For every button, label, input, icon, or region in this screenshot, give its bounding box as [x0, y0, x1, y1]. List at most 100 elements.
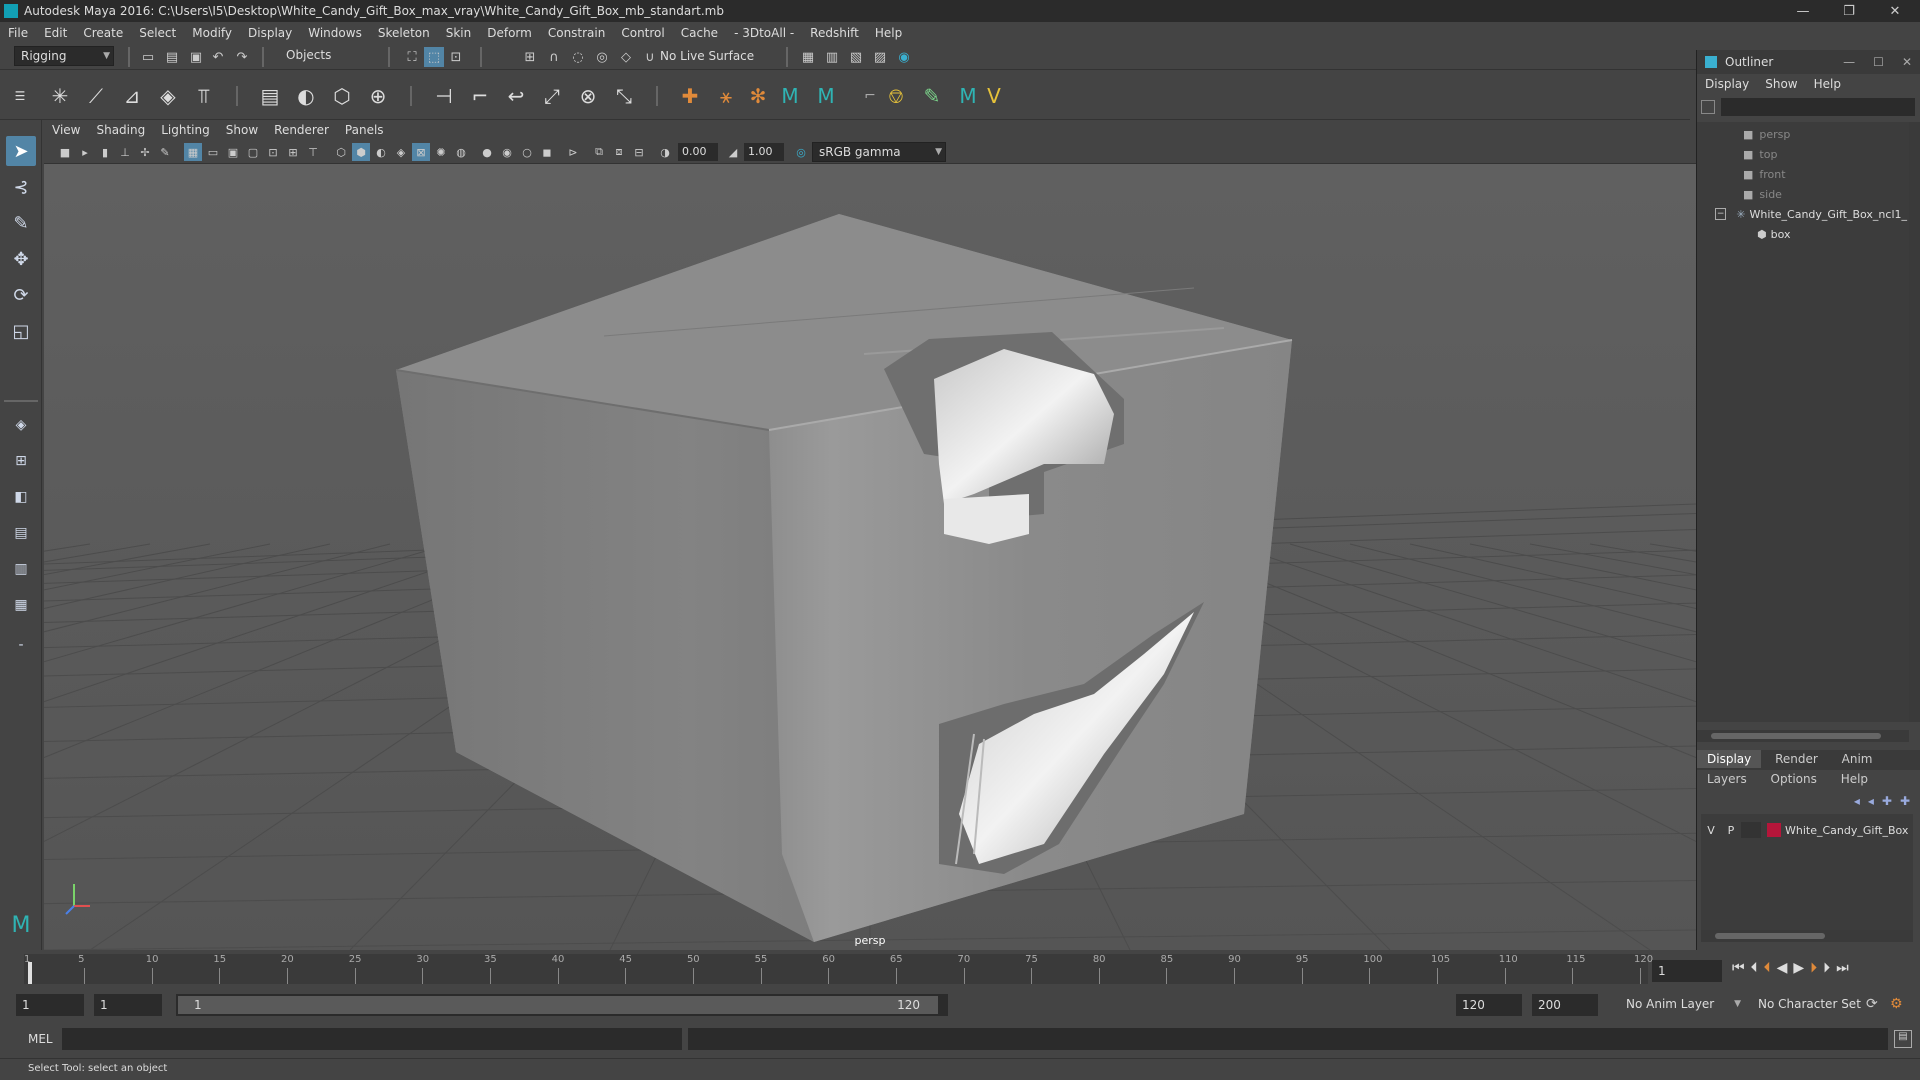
safe-title-icon[interactable]: ⊤ [304, 143, 322, 161]
range-slider-handle[interactable]: 1 120 [178, 996, 938, 1014]
textured-icon[interactable]: ⊠ [412, 143, 430, 161]
gate-mask-icon[interactable]: ▢ [244, 143, 262, 161]
smooth-shade-icon[interactable]: ⬢ [352, 143, 370, 161]
menu-skeleton[interactable]: Skeleton [370, 26, 438, 40]
depth-of-field-icon[interactable]: ◼ [538, 143, 556, 161]
xray-icon[interactable]: ⧉ [590, 143, 608, 161]
vp-menu-panels[interactable]: Panels [337, 123, 392, 137]
save-scene-icon[interactable]: ▣ [186, 47, 206, 67]
view-transform-dropdown[interactable]: sRGB gamma ▼ [812, 142, 946, 162]
motion-blur-icon[interactable]: ◉ [498, 143, 516, 161]
outliner-item-box[interactable]: ⬢ box [1697, 224, 1907, 244]
exposure-field[interactable]: 0.00 [678, 143, 718, 161]
layer-display-type[interactable] [1741, 822, 1761, 838]
menu-redshift[interactable]: Redshift [802, 26, 867, 40]
time-ruler[interactable]: 1 5 10 15 20 25 30 35 40 45 50 55 60 65 70 75 80 85 90 95 10… [24, 954, 1653, 984]
go-to-end-icon[interactable]: ⏭ [1836, 960, 1849, 976]
outliner-item-front[interactable]: ■ front [1697, 164, 1907, 184]
wireframe-on-shaded-icon[interactable]: ◈ [392, 143, 410, 161]
scale-tool-icon[interactable]: ◱ [6, 316, 36, 346]
snap-grid-icon[interactable]: ⊞ [520, 47, 540, 67]
anti-alias-icon[interactable]: ○ [518, 143, 536, 161]
blend-shape-icon[interactable]: ✻ [744, 82, 772, 110]
menu-3dtoall[interactable]: - 3DtoAll - [726, 26, 802, 40]
grid-icon[interactable]: ▦ [184, 143, 202, 161]
locator-icon[interactable]: ✚ [676, 82, 704, 110]
shelf-options-icon[interactable]: ☰ [6, 82, 34, 110]
default-material-icon[interactable]: ◐ [372, 143, 390, 161]
paint-weights-icon[interactable]: ◐ [292, 82, 320, 110]
menu-create[interactable]: Create [75, 26, 131, 40]
end-time-field[interactable]: 200 [1532, 994, 1598, 1016]
layer-menu-help[interactable]: Help [1831, 770, 1878, 788]
playback-start-field[interactable]: 1 [94, 994, 162, 1016]
layer-menu-options[interactable]: Options [1761, 770, 1827, 788]
grease-pencil-icon[interactable]: ✎ [156, 143, 174, 161]
layer-menu-layers[interactable]: Layers [1697, 770, 1757, 788]
outliner-menu-display[interactable]: Display [1697, 77, 1757, 91]
outliner-search-input[interactable] [1721, 98, 1915, 116]
redo-icon[interactable]: ↷ [232, 47, 252, 67]
bracket-icon[interactable]: ⌐ [856, 82, 884, 110]
camera-attr-icon[interactable]: ▸ [76, 143, 94, 161]
vp-menu-view[interactable]: View [44, 123, 88, 137]
snap-point-icon[interactable]: ◌ [568, 47, 588, 67]
bind-skin-icon[interactable]: ▤ [256, 82, 284, 110]
outliner-vertical-scrollbar[interactable] [1909, 122, 1920, 722]
ssao-icon[interactable]: ● [478, 143, 496, 161]
outliner-item-side[interactable]: ■ side [1697, 184, 1907, 204]
maya-m3-icon[interactable]: M [954, 82, 982, 110]
anim-layer-dropdown[interactable]: No Anim Layer ▼ [1620, 994, 1744, 1016]
field-chart-icon[interactable]: ⊡ [264, 143, 282, 161]
vp-menu-renderer[interactable]: Renderer [266, 123, 337, 137]
scroll-thumb[interactable] [1711, 733, 1881, 739]
camera-icon[interactable]: ■ [56, 143, 74, 161]
menu-modify[interactable]: Modify [184, 26, 240, 40]
select-object-icon[interactable]: ⬚ [424, 47, 444, 67]
tab-display[interactable]: Display [1697, 750, 1762, 768]
image-plane-icon[interactable]: ⊥ [116, 143, 134, 161]
bookmark-icon[interactable]: ▮ [96, 143, 114, 161]
collapse-icon[interactable]: − [1715, 208, 1727, 220]
parent-constraint-icon[interactable]: ⊗ [574, 82, 602, 110]
move-tool-icon[interactable]: ✥ [6, 244, 36, 274]
paint-select-icon[interactable]: ✎ [6, 208, 36, 238]
new-layer-selected-icon[interactable]: ✚ [1900, 794, 1910, 808]
point-constraint-icon[interactable]: ⊣ [430, 82, 458, 110]
minimize-icon[interactable]: — [1780, 0, 1826, 22]
vp-menu-lighting[interactable]: Lighting [153, 123, 218, 137]
v-tool-icon[interactable]: V [980, 82, 1008, 110]
restore-icon[interactable]: ❐ [1826, 0, 1872, 22]
layout-side-icon[interactable]: ◧ [6, 482, 36, 512]
exposure-icon[interactable]: ◑ [656, 143, 674, 161]
lights-icon[interactable]: ✺ [432, 143, 450, 161]
ik-handle-icon[interactable]: ⟋ [82, 82, 110, 110]
aim-constraint-icon[interactable]: ⌐ [466, 82, 494, 110]
outliner-item-persp[interactable]: ■ persp [1697, 124, 1907, 144]
maya-m-icon[interactable]: M [776, 82, 804, 110]
close-icon[interactable]: ✕ [1872, 0, 1918, 22]
outliner-item-group[interactable]: − ✳ White_Candy_Gift_Box_ncl1_ [1697, 204, 1907, 224]
snap-surface-icon[interactable]: ◇ [616, 47, 636, 67]
two-d-pan-icon[interactable]: ✢ [136, 143, 154, 161]
character-set-dropdown[interactable]: No Character Set [1752, 994, 1870, 1016]
menu-control[interactable]: Control [613, 26, 672, 40]
menu-help[interactable]: Help [867, 26, 910, 40]
preferences-icon[interactable]: ⚙ [1890, 996, 1903, 1012]
scroll-thumb[interactable] [1715, 933, 1825, 939]
filter-icon[interactable] [1701, 100, 1715, 114]
menu-skin[interactable]: Skin [438, 26, 480, 40]
safe-action-icon[interactable]: ⊞ [284, 143, 302, 161]
step-back-icon[interactable]: ⏴ [1751, 960, 1758, 976]
select-component-icon[interactable]: ⊡ [446, 47, 466, 67]
outliner-close-icon[interactable]: ✕ [1902, 55, 1912, 69]
layer-row[interactable]: V P White_Candy_Gift_Box [1701, 820, 1913, 840]
ipr-render-icon[interactable]: ▧ [846, 47, 866, 67]
render-view-icon[interactable]: ▦ [798, 47, 818, 67]
render-settings-icon[interactable]: ▨ [870, 47, 890, 67]
auto-key-icon[interactable]: ⟳ [1866, 996, 1878, 1012]
outliner-horizontal-scrollbar[interactable] [1697, 730, 1909, 742]
scene-view[interactable] [44, 164, 1696, 950]
isolate-select-icon[interactable]: ⊳ [564, 143, 582, 161]
brush-icon[interactable]: ✎ [918, 82, 946, 110]
